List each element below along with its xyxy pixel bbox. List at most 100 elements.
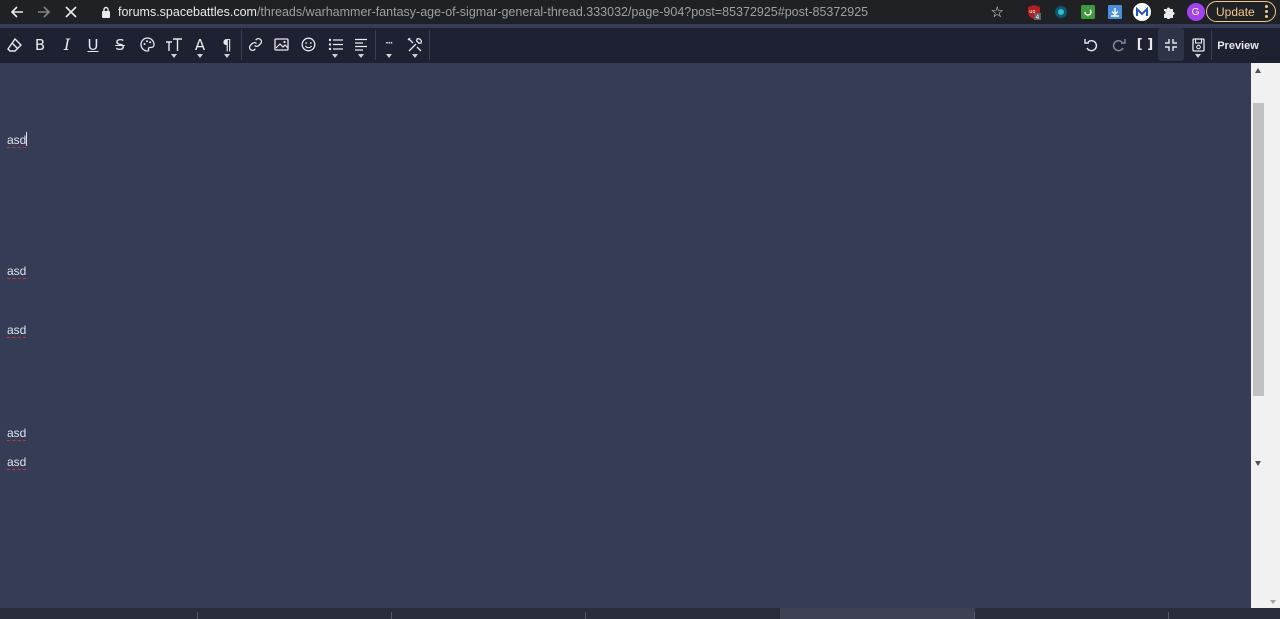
- editor-toolbar: B I U S A ¶ ··· [] Preview: [0, 28, 1280, 63]
- scroll-tick: [197, 612, 198, 619]
- page-scroll-down-arrow-icon[interactable]: [1270, 600, 1276, 604]
- chevron-down-icon: [171, 54, 177, 58]
- chevron-down-icon: [197, 54, 203, 58]
- green-refresh-icon: [1080, 5, 1095, 19]
- chevron-down-icon: [358, 54, 364, 58]
- tools-icon: [407, 37, 422, 51]
- align-button[interactable]: [348, 28, 374, 61]
- exit-fullscreen-button[interactable]: [1158, 28, 1184, 61]
- paragraph-button[interactable]: ¶: [214, 28, 240, 61]
- scroll-up-arrow-icon[interactable]: [1255, 68, 1261, 73]
- url-path: /threads/warhammer-fantasy-age-of-sigmar…: [256, 5, 869, 19]
- eraser-icon: [6, 37, 22, 52]
- palette-icon: [139, 37, 155, 52]
- undo-icon: [1083, 38, 1097, 51]
- more-options-button[interactable]: ···: [376, 28, 402, 61]
- toggle-bbcode-button[interactable]: [ ]: [1132, 28, 1158, 61]
- editor-content-area[interactable]: asd asd asd asd asd: [0, 63, 1251, 608]
- image-icon: [273, 38, 289, 51]
- editor-line[interactable]: asd: [7, 264, 27, 279]
- insert-image-button[interactable]: [268, 28, 294, 61]
- preview-button[interactable]: Preview: [1212, 28, 1264, 63]
- tools-button[interactable]: [402, 28, 428, 61]
- extension-target[interactable]: [1047, 0, 1074, 24]
- bold-button[interactable]: B: [27, 28, 53, 61]
- font-size-button[interactable]: [161, 28, 187, 61]
- ellipsis-icon: ···: [385, 37, 394, 49]
- save-draft-icon: [1191, 37, 1205, 52]
- bookmark-star-icon[interactable]: ☆: [991, 3, 1004, 21]
- font-family-button[interactable]: A: [187, 28, 213, 61]
- url-host: forums.spacebattles.com: [118, 5, 257, 19]
- close-icon: [65, 6, 77, 18]
- smiley-icon: [301, 37, 315, 52]
- underline-button[interactable]: U: [80, 28, 106, 61]
- brackets-icon: [ ]: [1136, 37, 1154, 52]
- horizontal-scrollbar[interactable]: [0, 608, 1280, 619]
- arrow-right-icon: [38, 6, 51, 18]
- chevron-down-icon: [386, 54, 392, 58]
- extension-refresh[interactable]: [1074, 0, 1101, 24]
- list-button[interactable]: [322, 28, 348, 61]
- chevron-down-icon: [412, 54, 418, 58]
- extensions-area: uo 4 G: [1020, 0, 1209, 24]
- chevron-down-icon: [224, 54, 230, 58]
- back-button[interactable]: [4, 0, 30, 24]
- editor-scrollbar[interactable]: [1251, 63, 1266, 608]
- italic-icon: I: [63, 35, 71, 54]
- font-size-icon: [166, 37, 182, 51]
- bold-icon: B: [34, 35, 46, 54]
- address-bar[interactable]: forums.spacebattles.com/threads/warhamme…: [90, 1, 1012, 23]
- editor-line[interactable]: asd: [7, 132, 28, 148]
- malwarebytes-icon: [1132, 3, 1151, 21]
- scroll-tick: [974, 612, 975, 619]
- profile-avatar[interactable]: G: [1182, 0, 1209, 24]
- insert-link-button[interactable]: [242, 28, 268, 61]
- scroll-down-arrow-icon[interactable]: [1255, 461, 1261, 466]
- ublock-shield-icon: uo4: [1027, 5, 1041, 20]
- stop-loading-button[interactable]: [58, 0, 84, 24]
- extension-malwarebytes[interactable]: [1128, 0, 1155, 24]
- bullet-list-icon: [328, 38, 343, 51]
- link-icon: [248, 37, 262, 52]
- misspelled-word: asd: [7, 323, 27, 338]
- redo-icon: [1112, 38, 1126, 51]
- horizontal-scrollbar-thumb[interactable]: [780, 608, 975, 619]
- extension-badge: 4: [1035, 14, 1039, 20]
- preview-label: Preview: [1217, 39, 1259, 52]
- extensions-menu[interactable]: [1155, 0, 1182, 24]
- scroll-tick: [1168, 612, 1169, 619]
- editor-line[interactable]: asd: [7, 455, 27, 470]
- scrollbar-thumb[interactable]: [1253, 103, 1264, 396]
- ublock-extension[interactable]: uo 4: [1020, 0, 1047, 24]
- editor-line[interactable]: asd: [7, 426, 27, 441]
- italic-button[interactable]: I: [54, 28, 80, 61]
- url-text: forums.spacebattles.com/threads/warhamme…: [118, 5, 868, 19]
- strikethrough-icon: S: [115, 35, 125, 54]
- page-scrollbar[interactable]: [1266, 63, 1280, 608]
- text-color-button[interactable]: [134, 28, 160, 61]
- drafts-button[interactable]: [1185, 28, 1211, 61]
- undo-button[interactable]: [1078, 28, 1104, 61]
- redo-button[interactable]: [1105, 28, 1131, 61]
- update-label: Update: [1216, 4, 1255, 19]
- lock-icon: [98, 2, 114, 22]
- editor-line[interactable]: asd: [7, 323, 27, 338]
- forward-button[interactable]: [31, 0, 57, 24]
- update-button[interactable]: Update: [1206, 1, 1276, 22]
- strikethrough-button[interactable]: S: [107, 28, 133, 61]
- misspelled-word: asd: [7, 455, 27, 470]
- misspelled-word: asd: [7, 264, 27, 279]
- misspelled-word: asd: [7, 426, 27, 441]
- target-icon: [1054, 6, 1067, 18]
- kebab-menu-icon: [1265, 5, 1268, 20]
- insert-smilie-button[interactable]: [295, 28, 321, 61]
- download-icon: [1107, 5, 1122, 19]
- chevron-down-icon: [332, 54, 338, 58]
- extension-download[interactable]: [1101, 0, 1128, 24]
- remove-format-button[interactable]: [1, 28, 27, 61]
- scroll-tick: [391, 612, 392, 619]
- misspelled-word: asd: [7, 133, 27, 148]
- puzzle-icon: [1163, 7, 1174, 19]
- chevron-down-icon: [1195, 54, 1201, 58]
